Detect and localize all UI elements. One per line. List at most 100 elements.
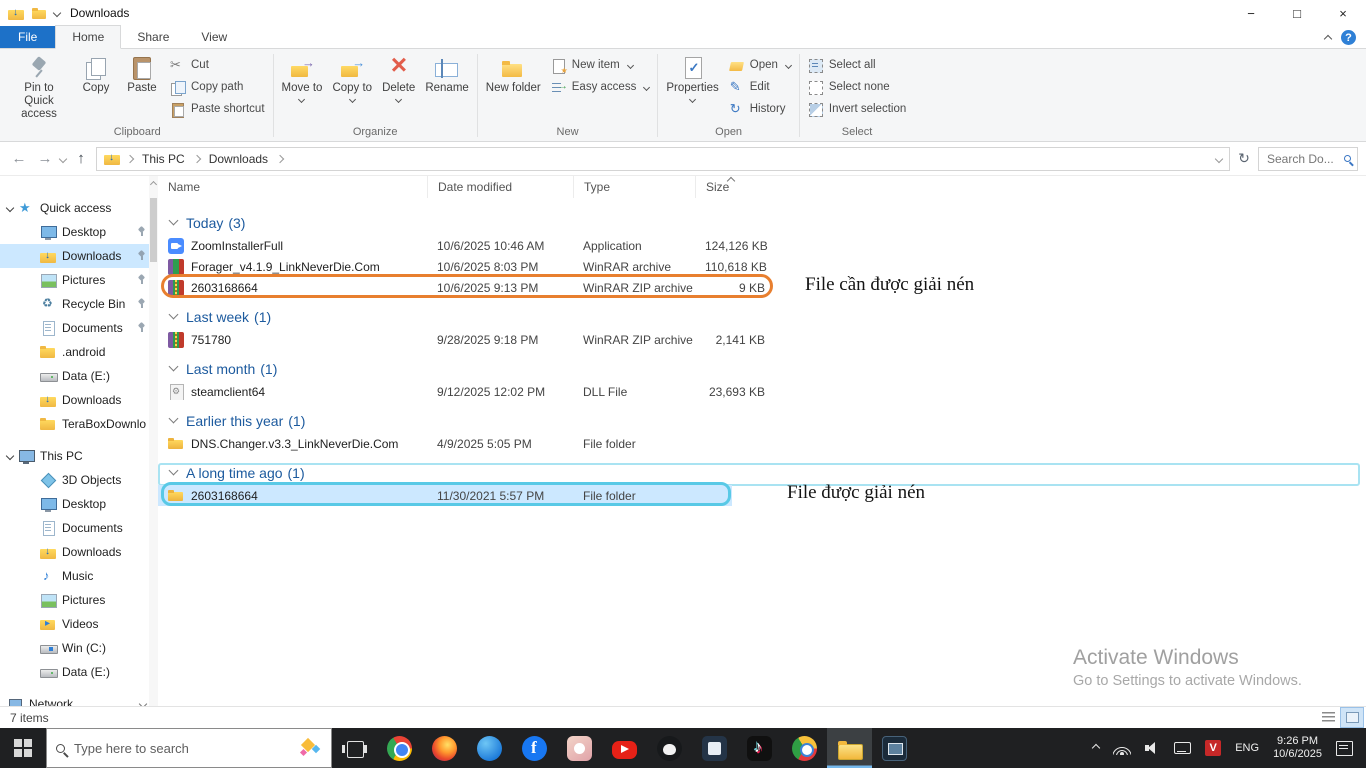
breadcrumb-downloads[interactable]: Downloads bbox=[207, 151, 270, 167]
sidebar-item-3d-objects[interactable]: 3D Objects bbox=[0, 468, 158, 492]
sidebar-item-pictures[interactable]: Pictures bbox=[0, 588, 158, 612]
sidebar-item-win-c[interactable]: Win (C:) bbox=[0, 636, 158, 660]
scrollbar-thumb[interactable] bbox=[150, 198, 157, 262]
taskbar-search[interactable] bbox=[46, 728, 332, 768]
breadcrumb-separator-icon[interactable] bbox=[192, 154, 201, 163]
breadcrumb-this-pc[interactable]: This PC bbox=[140, 151, 187, 167]
sidebar-item-music[interactable]: Music bbox=[0, 564, 158, 588]
copy-to-button[interactable]: Copy to bbox=[327, 52, 377, 104]
file-explorer-button[interactable] bbox=[827, 728, 872, 768]
help-icon[interactable]: ? bbox=[1341, 30, 1356, 45]
task-view-button[interactable] bbox=[332, 728, 377, 768]
window-app-button[interactable] bbox=[872, 728, 917, 768]
file-row-steamclient64[interactable]: steamclient64 9/12/2025 12:02 PM DLL File 2… bbox=[158, 381, 1366, 402]
blue-app-button[interactable] bbox=[467, 728, 512, 768]
clock[interactable]: 9:26 PM 10/6/2025 bbox=[1266, 728, 1329, 768]
sidebar-item-teraboxdownload[interactable]: TeraBoxDownload bbox=[0, 412, 158, 436]
address-history-dropdown-icon[interactable] bbox=[1214, 154, 1224, 163]
facebook-button[interactable] bbox=[512, 728, 557, 768]
refresh-button[interactable]: ↻ bbox=[1234, 148, 1254, 170]
dropdown-icon[interactable] bbox=[688, 95, 697, 104]
column-header-size[interactable]: Size bbox=[695, 176, 781, 198]
search-input[interactable] bbox=[1265, 150, 1340, 167]
taskbar-search-input[interactable] bbox=[72, 739, 291, 757]
dropdown-icon[interactable] bbox=[643, 83, 651, 91]
sidebar-item-desktop[interactable]: Desktop bbox=[0, 220, 158, 244]
invert-selection-button[interactable]: Invert selection bbox=[803, 99, 911, 119]
chrome-button[interactable] bbox=[377, 728, 422, 768]
easy-access-button[interactable]: Easy access bbox=[546, 77, 655, 97]
chevron-down-icon[interactable] bbox=[168, 309, 179, 320]
chevron-down-icon[interactable] bbox=[168, 413, 179, 424]
start-button[interactable] bbox=[0, 728, 46, 768]
file-row-dns-changer-v3-3-linkneverdie-com[interactable]: DNS.Changer.v3.3_LinkNeverDie.Com 4/9/202… bbox=[158, 433, 1366, 454]
pink-app-button[interactable] bbox=[557, 728, 602, 768]
tab-home[interactable]: Home bbox=[55, 25, 122, 49]
breadcrumb-separator-icon[interactable] bbox=[125, 154, 135, 163]
edit-button[interactable]: Edit bbox=[724, 77, 796, 97]
firefox-button[interactable] bbox=[422, 728, 467, 768]
new-item-button[interactable]: New item bbox=[546, 55, 655, 75]
properties-button[interactable]: Properties bbox=[661, 52, 723, 104]
address-box[interactable]: This PC Downloads bbox=[96, 146, 1230, 171]
search-box[interactable] bbox=[1258, 146, 1358, 171]
sidebar-item-data-e[interactable]: Data (E:) bbox=[0, 364, 158, 388]
dropdown-icon[interactable] bbox=[298, 95, 306, 104]
language-indicator[interactable]: ENG bbox=[1228, 728, 1266, 768]
action-center-button[interactable] bbox=[1329, 728, 1360, 768]
sidebar-item-downloads[interactable]: Downloads bbox=[0, 388, 158, 412]
cut-button[interactable]: Cut bbox=[165, 55, 270, 75]
tiktok-button[interactable] bbox=[737, 728, 782, 768]
sidebar-item-network[interactable]: Network bbox=[0, 692, 158, 706]
column-header-type[interactable]: Type bbox=[573, 176, 695, 198]
forward-button[interactable]: → bbox=[34, 148, 56, 170]
sidebar-item-documents[interactable]: Documents bbox=[0, 516, 158, 540]
copy-button[interactable]: Copy bbox=[73, 52, 119, 96]
move-to-button[interactable]: Move to bbox=[277, 52, 328, 104]
maximize-button[interactable]: □ bbox=[1274, 0, 1320, 26]
minimize-button[interactable]: − bbox=[1228, 0, 1274, 26]
recent-locations-icon[interactable] bbox=[58, 154, 68, 163]
large-icons-view-button[interactable] bbox=[1340, 707, 1364, 728]
collapse-ribbon-icon[interactable] bbox=[1323, 34, 1333, 44]
open-button[interactable]: Open bbox=[724, 55, 796, 75]
chevron-down-icon[interactable] bbox=[168, 465, 179, 476]
volume-button[interactable] bbox=[1138, 728, 1167, 768]
group-header-last-week[interactable]: Last week (1) bbox=[158, 304, 1366, 329]
breadcrumb-separator-icon[interactable] bbox=[275, 154, 285, 163]
close-button[interactable]: × bbox=[1320, 0, 1366, 26]
chevron-down-icon[interactable] bbox=[168, 215, 179, 226]
tab-share[interactable]: Share bbox=[121, 26, 185, 48]
network-button[interactable] bbox=[1106, 728, 1138, 768]
delete-button[interactable]: Delete bbox=[377, 49, 420, 104]
sidebar-item-recycle-bin[interactable]: Recycle Bin bbox=[0, 292, 158, 316]
column-header-name[interactable]: Name bbox=[158, 176, 427, 198]
sidebar-item-videos[interactable]: Videos bbox=[0, 612, 158, 636]
chevron-down-icon[interactable] bbox=[168, 361, 179, 372]
sidebar-item-quick-access[interactable]: Quick access bbox=[0, 196, 158, 220]
paste-shortcut-button[interactable]: Paste shortcut bbox=[165, 99, 270, 119]
up-button[interactable]: ↑ bbox=[70, 148, 92, 170]
sidebar-item-documents[interactable]: Documents bbox=[0, 316, 158, 340]
group-header-earlier-this-year[interactable]: Earlier this year (1) bbox=[158, 408, 1366, 433]
youtube-button[interactable] bbox=[602, 728, 647, 768]
file-row-2603168664[interactable]: 2603168664 10/6/2025 9:13 PM WinRAR ZIP ar… bbox=[158, 274, 1366, 298]
copy-path-button[interactable]: Copy path bbox=[165, 77, 270, 97]
sidebar-item-desktop[interactable]: Desktop bbox=[0, 492, 158, 516]
quick-access-toolbar-dropdown-icon[interactable] bbox=[52, 8, 62, 18]
file-row-zoominstallerfull[interactable]: ZoomInstallerFull 10/6/2025 10:46 AM Appli… bbox=[158, 235, 1366, 256]
camera-app-button[interactable] bbox=[692, 728, 737, 768]
file-row-2603168664[interactable]: 2603168664 11/30/2021 5:57 PM File folder bbox=[158, 482, 1366, 506]
chevron-down-icon[interactable] bbox=[5, 203, 15, 213]
history-button[interactable]: History bbox=[724, 99, 796, 119]
sidebar-item-this-pc[interactable]: This PC bbox=[0, 444, 158, 468]
chevron-down-icon[interactable] bbox=[5, 451, 15, 461]
new-folder-button[interactable]: New folder bbox=[481, 52, 546, 96]
details-view-button[interactable] bbox=[1316, 707, 1340, 728]
sidebar-item-data-e[interactable]: Data (E:) bbox=[0, 660, 158, 684]
dropdown-icon[interactable] bbox=[626, 61, 634, 69]
dropdown-icon[interactable] bbox=[348, 95, 356, 104]
tray-expand-button[interactable] bbox=[1086, 728, 1106, 768]
group-header-a-long-time-ago[interactable]: A long time ago (1) bbox=[158, 460, 1366, 486]
unikey-button[interactable]: V bbox=[1198, 728, 1228, 768]
